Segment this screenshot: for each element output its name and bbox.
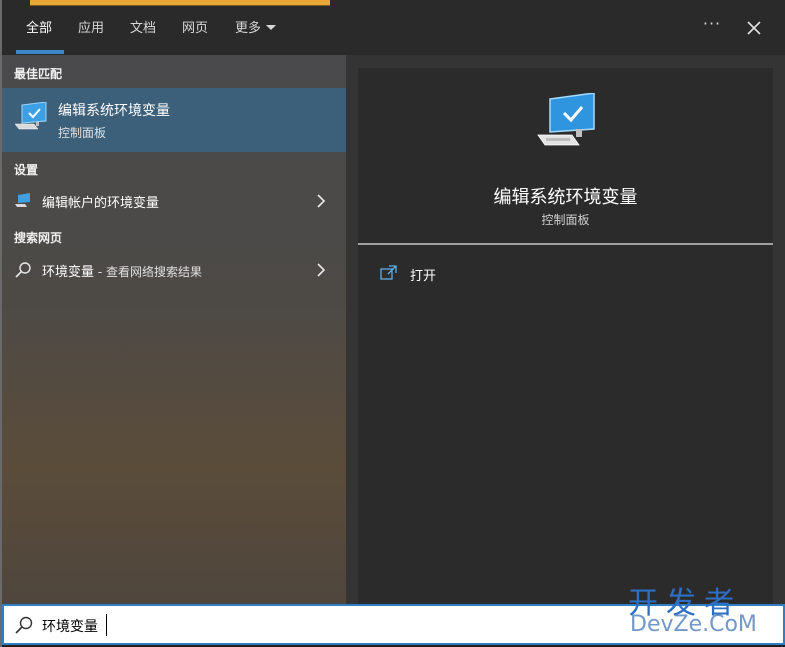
web-result-row[interactable]: 环境变量 - 查看网络搜索结果 <box>2 254 346 286</box>
section-header-settings: 设置 <box>14 163 39 177</box>
tab-more[interactable]: 更多 <box>235 19 277 39</box>
web-result-label: 环境变量 - 查看网络搜索结果 <box>42 261 202 280</box>
tab-web[interactable]: 网页 <box>182 19 208 39</box>
settings-result-row[interactable]: 编辑帐户的环境变量 <box>2 185 346 217</box>
search-icon <box>15 616 33 634</box>
chevron-down-icon <box>266 25 277 30</box>
preview-title: 编辑系统环境变量 <box>493 187 638 208</box>
watermark-site: DevZe.CoM <box>630 612 757 637</box>
tab-documents[interactable]: 文档 <box>130 19 156 39</box>
open-action-label: 打开 <box>410 269 437 284</box>
chevron-right-icon <box>317 263 326 277</box>
chevron-right-icon <box>317 194 326 208</box>
best-match-subtitle: 控制面板 <box>58 126 107 140</box>
preview-divider <box>358 243 773 245</box>
section-header-web: 搜索网页 <box>14 231 63 245</box>
close-icon <box>747 21 761 35</box>
more-options-button[interactable]: ··· <box>700 14 724 38</box>
windows-search-window: 全部 应用 文档 网页 更多 ··· 最佳匹配 编辑系统环境变量 控制面板 设置… <box>0 0 785 647</box>
text-caret <box>106 614 107 636</box>
tab-apps[interactable]: 应用 <box>78 19 104 39</box>
settings-result-label: 编辑帐户的环境变量 <box>42 196 160 211</box>
background-window-peek <box>30 0 330 6</box>
tab-more-label: 更多 <box>235 21 262 36</box>
search-icon <box>15 262 31 278</box>
web-result-suffix: - 查看网络搜索结果 <box>94 265 202 279</box>
computer-small-icon <box>15 193 30 207</box>
best-match-result[interactable]: 编辑系统环境变量 控制面板 <box>2 88 346 152</box>
results-panel: 最佳匹配 编辑系统环境变量 控制面板 设置 编辑帐户的环境变量 搜索网页 环境变… <box>2 55 346 604</box>
preview-subtitle: 控制面板 <box>541 213 590 227</box>
tab-all[interactable]: 全部 <box>26 19 52 39</box>
open-external-icon <box>380 265 397 280</box>
best-match-title: 编辑系统环境变量 <box>58 103 170 119</box>
preview-card: 编辑系统环境变量 控制面板 打开 <box>358 68 773 604</box>
computer-check-icon <box>537 93 595 146</box>
computer-check-icon <box>14 102 47 130</box>
preview-panel: 编辑系统环境变量 控制面板 打开 <box>346 55 785 604</box>
search-input[interactable]: 环境变量 <box>42 616 98 636</box>
web-result-query: 环境变量 <box>42 265 95 280</box>
section-header-best-match: 最佳匹配 <box>14 67 63 81</box>
active-tab-indicator <box>16 50 64 54</box>
search-tab-bar: 全部 应用 文档 网页 更多 ··· <box>0 0 785 55</box>
close-button[interactable] <box>740 14 768 42</box>
